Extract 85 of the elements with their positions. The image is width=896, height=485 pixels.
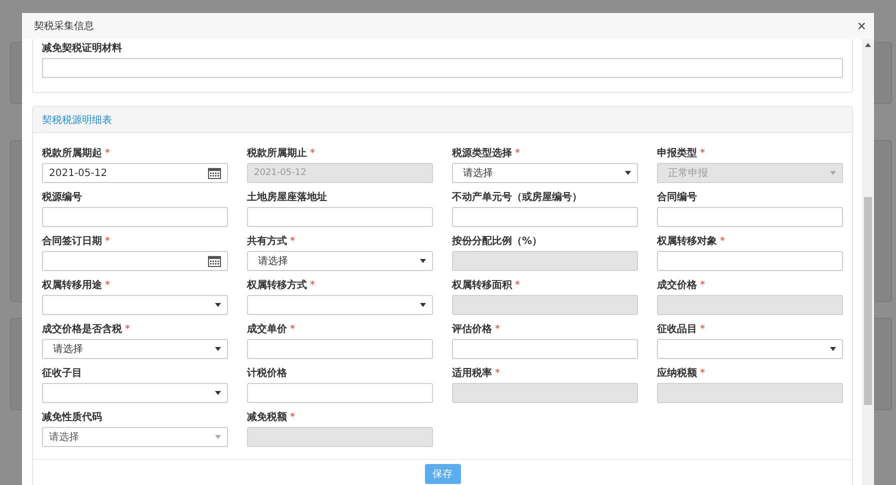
caret-icon xyxy=(215,435,221,439)
required-mark: * xyxy=(105,280,110,290)
field-label: 税源类型选择 xyxy=(452,146,512,160)
required-mark: * xyxy=(700,368,705,378)
field-value: 请选择 xyxy=(49,430,79,444)
dialog-title: 契税采集信息 xyxy=(34,20,94,33)
scrollbar[interactable] xyxy=(862,39,874,485)
select-field[interactable]: 请选择 xyxy=(247,251,433,271)
input-field[interactable] xyxy=(452,339,638,359)
required-mark: * xyxy=(720,236,725,246)
select-field[interactable] xyxy=(42,383,228,403)
required-mark: * xyxy=(515,148,520,158)
field-value: 请选择 xyxy=(257,254,288,268)
required-mark: * xyxy=(515,280,520,290)
field-label: 减免税额 xyxy=(247,410,287,424)
field-label: 按份分配比例（%） xyxy=(452,234,542,248)
input-field[interactable] xyxy=(247,207,433,227)
input-field[interactable] xyxy=(657,251,843,271)
field-label: 成交单价 xyxy=(247,322,287,336)
calendar-icon[interactable] xyxy=(208,255,221,267)
required-mark: * xyxy=(310,280,315,290)
field-label: 适用税率 xyxy=(452,366,492,380)
field-label: 成交价格是否含税 xyxy=(42,322,122,336)
field-label: 权属转移对象 xyxy=(657,234,717,248)
caret-icon xyxy=(830,347,836,351)
required-mark: * xyxy=(105,236,110,246)
required-mark: * xyxy=(700,280,705,290)
field-label: 征收子目 xyxy=(42,366,82,380)
caret-icon xyxy=(420,259,426,263)
field-label: 申报类型 xyxy=(657,146,697,160)
select-field[interactable] xyxy=(42,295,228,315)
field-label: 土地房屋座落地址 xyxy=(247,190,327,204)
field-label: 合同签订日期 xyxy=(42,234,102,248)
select-field[interactable]: 请选择 xyxy=(452,163,638,183)
date-field[interactable] xyxy=(42,251,228,271)
date-field[interactable]: 2021-05-12 xyxy=(42,163,228,183)
field-value: 2021-05-12 xyxy=(49,168,108,178)
field-label: 权属转移方式 xyxy=(247,278,307,292)
select-field[interactable]: 请选择 xyxy=(42,339,228,359)
field-label: 税款所属期起 xyxy=(42,146,102,160)
input-field[interactable] xyxy=(42,207,228,227)
field-label: 评估价格 xyxy=(452,322,492,336)
field-value: 请选择 xyxy=(462,166,493,180)
scroll-up-icon[interactable] xyxy=(865,43,871,47)
field-label: 共有方式 xyxy=(247,234,287,248)
field-label: 减免契税证明材料 xyxy=(42,42,123,55)
caret-icon xyxy=(215,347,221,351)
required-mark: * xyxy=(700,324,705,334)
field-label: 征收品目 xyxy=(657,322,697,336)
required-mark: * xyxy=(700,148,705,158)
input-field[interactable] xyxy=(247,383,433,403)
field-value: 请选择 xyxy=(52,342,83,356)
field-label: 应纳税额 xyxy=(657,366,697,380)
field-label: 合同编号 xyxy=(657,190,697,204)
field-label: 计税价格 xyxy=(247,366,287,380)
required-mark: * xyxy=(495,324,500,334)
field-label: 权属转移用途 xyxy=(42,278,102,292)
caret-icon xyxy=(830,171,836,175)
required-mark: * xyxy=(125,324,130,334)
field-label: 不动产单元号（或房屋编号） xyxy=(452,190,582,204)
panel-title: 契税税源明细表 xyxy=(42,114,112,126)
required-mark: * xyxy=(290,324,295,334)
field-label: 成交价格 xyxy=(657,278,697,292)
required-mark: * xyxy=(495,368,500,378)
caret-icon xyxy=(625,171,631,175)
field-label: 权属转移面积 xyxy=(452,278,512,292)
scrollbar-thumb[interactable] xyxy=(864,197,872,405)
select-field[interactable] xyxy=(657,339,843,359)
field-label: 税款所属期止 xyxy=(247,146,307,160)
required-mark: * xyxy=(105,148,110,158)
input-field[interactable] xyxy=(247,339,433,359)
required-mark: * xyxy=(290,236,295,246)
select-field[interactable] xyxy=(247,295,433,315)
field-label: 税源编号 xyxy=(42,190,82,204)
field-value: 正常申报 xyxy=(667,166,708,180)
close-button[interactable]: × xyxy=(857,18,866,34)
select-field[interactable]: 请选择 xyxy=(42,427,228,447)
calendar-icon[interactable] xyxy=(208,167,221,179)
input-field[interactable] xyxy=(657,207,843,227)
input-field[interactable] xyxy=(42,58,843,78)
input-field[interactable] xyxy=(452,207,638,227)
required-mark: * xyxy=(290,412,295,422)
required-mark: * xyxy=(310,148,315,158)
field-label: 减免性质代码 xyxy=(42,410,102,424)
caret-icon xyxy=(215,391,221,395)
